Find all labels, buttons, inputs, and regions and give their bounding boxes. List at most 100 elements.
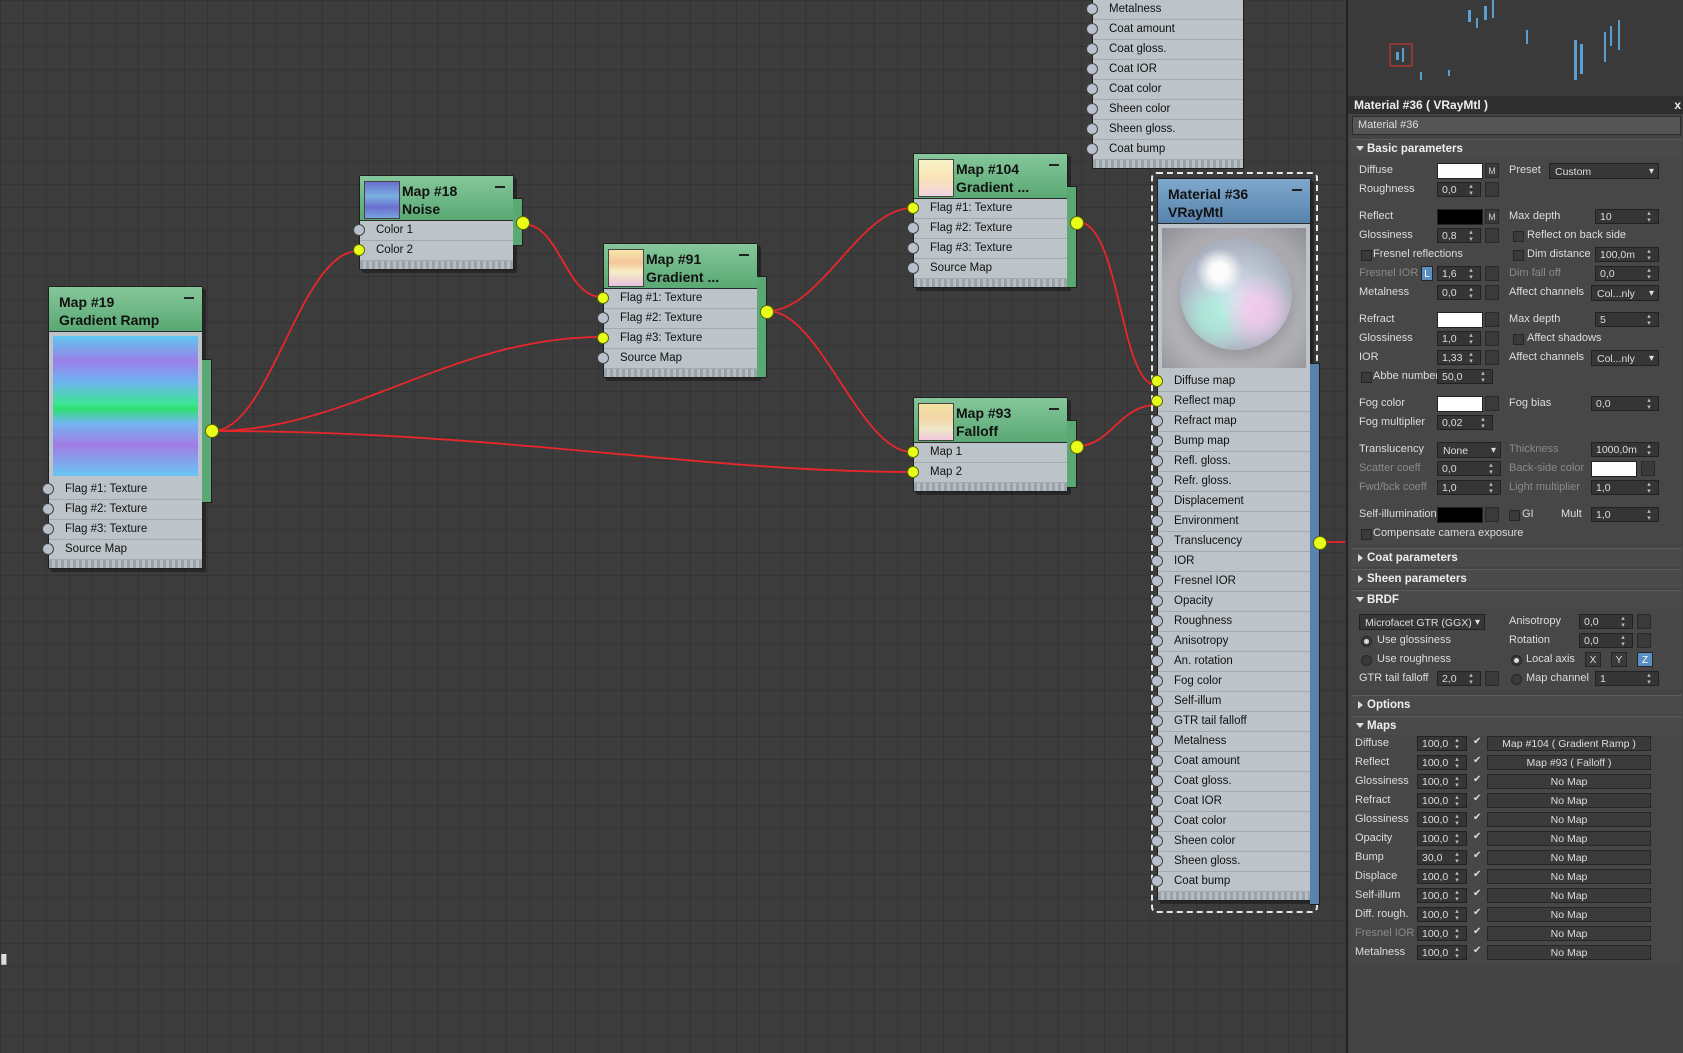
input-slot[interactable]: Flag #3: Texture — [42, 520, 202, 540]
input-slot[interactable]: Map 1 — [907, 443, 1067, 463]
map-amount-spinner[interactable]: 100,0 — [1417, 736, 1467, 751]
refract-max-depth-spinner[interactable]: 5 — [1595, 312, 1659, 327]
input-slot[interactable]: Coat gloss. — [1151, 772, 1310, 792]
fog-bias-spinner[interactable]: 0,0 — [1591, 396, 1659, 411]
abbe-number-checkbox[interactable] — [1361, 372, 1372, 383]
self-illum-color-swatch[interactable] — [1437, 507, 1483, 523]
map-enabled-checkbox[interactable]: ✔ — [1473, 945, 1481, 956]
gtr-tail-falloff-spinner[interactable]: 2,0 — [1437, 671, 1481, 686]
input-socket[interactable] — [907, 202, 919, 214]
node-header[interactable]: Map #19 Gradient Ramp — [49, 287, 202, 332]
input-slot[interactable]: Displacement — [1151, 492, 1310, 512]
node-map-18-noise[interactable]: Map #18 Noise Color 1 Color 2 — [353, 175, 530, 270]
slate-node-canvas[interactable]: Metalness Coat amount Coat gloss. Coat IOR C… — [0, 0, 1345, 1053]
map-enabled-checkbox[interactable]: ✔ — [1473, 869, 1481, 880]
close-icon[interactable]: x — [1674, 96, 1681, 114]
input-socket[interactable] — [1086, 143, 1098, 155]
input-slot[interactable]: Flag #2: Texture — [907, 219, 1067, 239]
node-header[interactable]: Map #91 Gradient ... — [604, 244, 757, 289]
output-socket[interactable] — [1313, 536, 1327, 550]
input-socket[interactable] — [1151, 755, 1163, 767]
node-resize-handle[interactable] — [360, 261, 513, 269]
compensate-exposure-checkbox[interactable] — [1361, 529, 1372, 540]
input-slot[interactable]: Coat color — [1151, 812, 1310, 832]
map-amount-spinner[interactable]: 100,0 — [1417, 945, 1467, 960]
input-slot[interactable]: Fog color — [1151, 672, 1310, 692]
node-map-91-gradient[interactable]: Map #91 Gradient ... Flag #1: Texture Fla… — [597, 243, 774, 378]
output-socket[interactable] — [760, 305, 774, 319]
input-slot[interactable]: Refract map — [1151, 412, 1310, 432]
axis-y-button[interactable]: Y — [1611, 652, 1627, 667]
map-amount-spinner[interactable]: 100,0 — [1417, 812, 1467, 827]
output-socket[interactable] — [516, 216, 530, 230]
rollout-header[interactable]: Options — [1351, 696, 1682, 714]
input-socket[interactable] — [1151, 555, 1163, 567]
input-slot[interactable]: Metalness — [1086, 0, 1243, 20]
input-slot[interactable]: An. rotation — [1151, 652, 1310, 672]
refract-affect-channels-dropdown[interactable]: Col...nly — [1591, 350, 1659, 367]
input-slot[interactable]: Roughness — [1151, 612, 1310, 632]
roughness-spinner[interactable]: 0,0 — [1437, 182, 1481, 197]
map-amount-spinner[interactable]: 100,0 — [1417, 907, 1467, 922]
input-socket[interactable] — [1151, 595, 1163, 607]
mult-spinner[interactable]: 1,0 — [1591, 507, 1659, 522]
navigator-minimap[interactable] — [1346, 0, 1683, 96]
axis-x-button[interactable]: X — [1585, 652, 1601, 667]
map-enabled-checkbox[interactable]: ✔ — [1473, 736, 1481, 747]
input-slot[interactable]: Self-illum — [1151, 692, 1310, 712]
back-side-color-swatch[interactable] — [1591, 461, 1637, 477]
input-socket[interactable] — [1151, 715, 1163, 727]
rollout-header[interactable]: BRDF — [1351, 591, 1682, 609]
fresnel-reflections-checkbox[interactable] — [1361, 250, 1372, 261]
input-slot[interactable]: Coat color — [1086, 80, 1243, 100]
input-slot[interactable]: Metalness — [1151, 732, 1310, 752]
light-multiplier-spinner[interactable]: 1,0 — [1591, 480, 1659, 495]
input-socket[interactable] — [907, 242, 919, 254]
map-slot-button[interactable]: No Map — [1487, 926, 1651, 941]
input-socket[interactable] — [1086, 43, 1098, 55]
input-slot[interactable]: Coat bump — [1151, 872, 1310, 892]
map-amount-spinner[interactable]: 100,0 — [1417, 926, 1467, 941]
input-slot[interactable]: IOR — [1151, 552, 1310, 572]
reflect-max-depth-spinner[interactable]: 10 — [1595, 209, 1659, 224]
input-socket[interactable] — [1151, 435, 1163, 447]
map-amount-spinner[interactable]: 100,0 — [1417, 831, 1467, 846]
input-socket[interactable] — [1151, 835, 1163, 847]
node-resize-handle[interactable] — [914, 279, 1067, 287]
input-socket[interactable] — [353, 224, 365, 236]
node-resize-handle[interactable] — [49, 560, 202, 568]
input-socket[interactable] — [1151, 415, 1163, 427]
metalness-map-button[interactable] — [1485, 285, 1499, 300]
input-socket[interactable] — [1151, 515, 1163, 527]
map-slot-button[interactable]: No Map — [1487, 812, 1651, 827]
input-socket[interactable] — [597, 352, 609, 364]
roughness-map-button[interactable] — [1485, 182, 1499, 197]
map-enabled-checkbox[interactable]: ✔ — [1473, 926, 1481, 937]
input-socket[interactable] — [907, 262, 919, 274]
input-socket[interactable] — [1151, 735, 1163, 747]
input-slot[interactable]: GTR tail falloff — [1151, 712, 1310, 732]
map-slot-button[interactable]: No Map — [1487, 907, 1651, 922]
diffuse-color-swatch[interactable] — [1437, 163, 1483, 179]
input-socket[interactable] — [597, 312, 609, 324]
input-slot[interactable]: Environment — [1151, 512, 1310, 532]
reflect-map-button[interactable]: M — [1485, 209, 1499, 224]
input-slot[interactable]: Coat gloss. — [1086, 40, 1243, 60]
input-slot[interactable]: Coat bump — [1086, 140, 1243, 160]
minimize-icon[interactable] — [1049, 164, 1059, 166]
minimize-icon[interactable] — [184, 297, 194, 299]
map-enabled-checkbox[interactable]: ✔ — [1473, 907, 1481, 918]
fog-color-swatch[interactable] — [1437, 396, 1483, 412]
input-slot[interactable]: Sheen color — [1151, 832, 1310, 852]
fog-color-map-button[interactable] — [1485, 396, 1499, 411]
fresnel-ior-map-button[interactable] — [1485, 266, 1499, 281]
rotation-map-button[interactable] — [1637, 633, 1651, 648]
input-socket[interactable] — [1151, 455, 1163, 467]
input-socket[interactable] — [1151, 695, 1163, 707]
map-enabled-checkbox[interactable]: ✔ — [1473, 755, 1481, 766]
input-socket[interactable] — [907, 222, 919, 234]
map-amount-spinner[interactable]: 30,0 — [1417, 850, 1467, 865]
rollout-header[interactable]: Coat parameters — [1351, 549, 1682, 567]
map-slot-button[interactable]: Map #93 ( Falloff ) — [1487, 755, 1651, 770]
input-slot[interactable]: Source Map — [907, 259, 1067, 279]
